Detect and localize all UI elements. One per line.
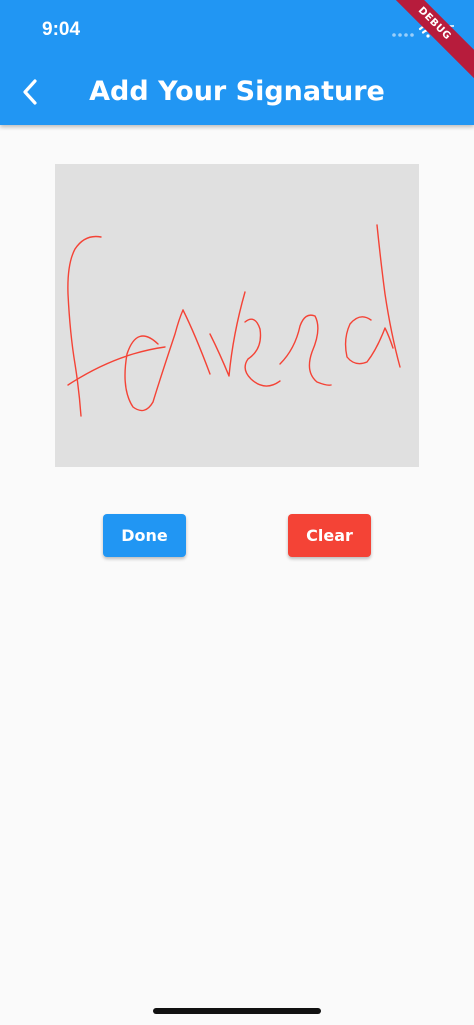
signal-dots-icon <box>392 33 414 37</box>
clear-button[interactable]: Clear <box>288 514 371 557</box>
signature-pad[interactable] <box>55 164 419 467</box>
status-time: 9:04 <box>42 19 81 40</box>
app-bar: 9:04 Add Your Signature <box>0 0 474 125</box>
done-button[interactable]: Done <box>103 514 186 557</box>
home-indicator[interactable] <box>153 1008 321 1014</box>
page-title: Add Your Signature <box>89 76 385 107</box>
signature-drawing <box>67 224 401 417</box>
